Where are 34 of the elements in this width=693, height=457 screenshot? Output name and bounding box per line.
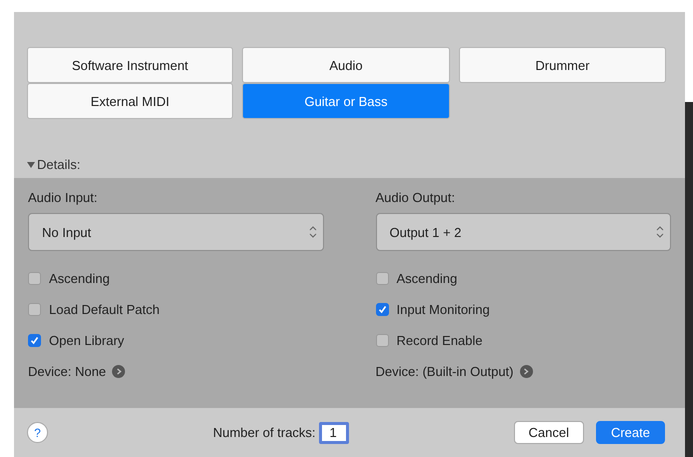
checkbox[interactable] [28, 303, 41, 316]
arrow-circle-icon[interactable] [112, 364, 126, 378]
field-label: Audio Input: [28, 190, 98, 205]
stepper-arrows-icon [656, 225, 664, 239]
track-type-button[interactable]: Software Instrument [27, 47, 233, 83]
select-field[interactable]: Output 1 + 2 [376, 213, 671, 251]
checkbox[interactable] [376, 272, 388, 285]
tracks-input[interactable]: 1 [318, 422, 349, 444]
checkbox-label: Record Enable [396, 333, 482, 348]
track-type-button[interactable]: Drummer [459, 47, 666, 83]
help-button[interactable]: ? [27, 422, 48, 443]
checkbox[interactable] [376, 303, 388, 316]
checkbox[interactable] [28, 272, 41, 285]
track-type-button[interactable]: External MIDI [27, 83, 233, 119]
disclosure-triangle-icon[interactable] [27, 160, 35, 168]
checkbox[interactable] [376, 334, 388, 347]
stepper-arrows-icon [308, 225, 316, 239]
track-type-button[interactable]: Audio [242, 47, 450, 83]
device-label: Device: (Built-in Output) [376, 364, 514, 378]
field-label: Audio Output: [376, 190, 456, 205]
checkbox-label: Load Default Patch [49, 302, 160, 317]
device-label: Device: None [28, 364, 106, 378]
checkbox-label: Input Monitoring [396, 302, 490, 317]
checkbox-label: Ascending [396, 271, 458, 286]
tracks-label: Number of tracks: [212, 425, 316, 440]
cancel-button[interactable]: Cancel [514, 421, 584, 444]
checkbox-label: Ascending [49, 271, 110, 286]
create-button[interactable]: Create [596, 421, 665, 444]
select-field[interactable]: No Input [28, 213, 324, 251]
arrow-circle-icon[interactable] [520, 364, 532, 378]
track-type-button[interactable]: Guitar or Bass [242, 83, 450, 119]
checkbox-label: Open Library [49, 333, 124, 348]
checkbox[interactable] [28, 334, 41, 347]
details-label: Details: [37, 157, 80, 172]
